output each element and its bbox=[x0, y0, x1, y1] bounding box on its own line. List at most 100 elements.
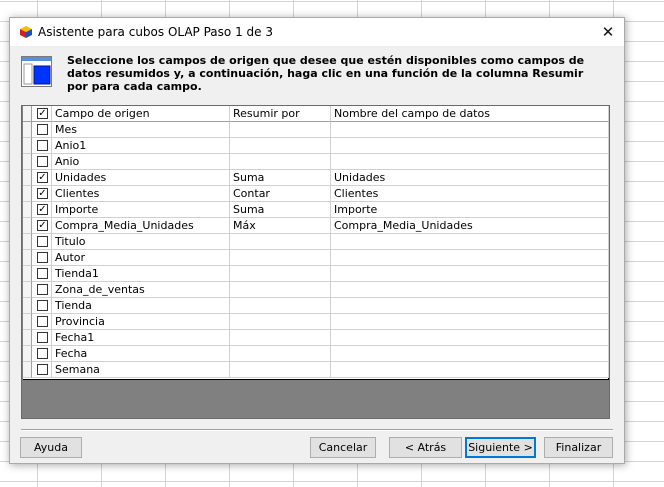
source-field-cell: Provincia bbox=[52, 314, 230, 330]
include-cell[interactable] bbox=[32, 122, 52, 138]
table-row[interactable]: Anio bbox=[23, 154, 609, 170]
data-field-name-cell[interactable] bbox=[331, 250, 609, 266]
table-row[interactable]: ✓ Unidades Suma Unidades bbox=[23, 170, 609, 186]
next-button[interactable]: Siguiente > bbox=[465, 437, 536, 458]
source-field-cell: Semana bbox=[52, 362, 230, 378]
row-selector bbox=[23, 314, 32, 330]
summarize-by-cell[interactable] bbox=[230, 362, 331, 378]
data-field-name-cell[interactable] bbox=[331, 346, 609, 362]
include-checkbox[interactable] bbox=[37, 268, 48, 279]
summarize-by-cell[interactable] bbox=[230, 266, 331, 282]
table-row[interactable]: Autor bbox=[23, 250, 609, 266]
include-checkbox[interactable]: ✓ bbox=[37, 204, 48, 215]
data-field-name-cell[interactable]: Unidades bbox=[331, 170, 609, 186]
cancel-button[interactable]: Cancelar bbox=[310, 437, 376, 458]
include-cell[interactable]: ✓ bbox=[32, 170, 52, 186]
table-row[interactable]: ✓ Importe Suma Importe bbox=[23, 202, 609, 218]
include-checkbox[interactable] bbox=[37, 124, 48, 135]
select-all-cell[interactable]: ✓ bbox=[32, 106, 52, 122]
summarize-by-cell[interactable] bbox=[230, 138, 331, 154]
table-row[interactable]: Provincia bbox=[23, 314, 609, 330]
row-selector bbox=[23, 154, 32, 170]
include-cell[interactable] bbox=[32, 298, 52, 314]
fields-grid-table: ✓ Campo de origen Resumir por Nombre del… bbox=[23, 106, 609, 380]
table-row[interactable]: Titulo bbox=[23, 234, 609, 250]
data-field-name-cell[interactable] bbox=[331, 138, 609, 154]
include-checkbox[interactable] bbox=[37, 156, 48, 167]
data-field-name-cell[interactable] bbox=[331, 314, 609, 330]
summarize-by-cell[interactable]: Suma bbox=[230, 170, 331, 186]
include-cell[interactable] bbox=[32, 330, 52, 346]
data-field-name-cell[interactable] bbox=[331, 362, 609, 378]
summarize-by-cell[interactable] bbox=[230, 122, 331, 138]
include-cell[interactable] bbox=[32, 362, 52, 378]
table-row[interactable]: Fecha bbox=[23, 346, 609, 362]
back-button[interactable]: < Atrás bbox=[389, 437, 462, 458]
include-cell[interactable] bbox=[32, 282, 52, 298]
summarize-by-cell[interactable] bbox=[230, 330, 331, 346]
include-cell[interactable]: ✓ bbox=[32, 218, 52, 234]
include-cell[interactable]: ✓ bbox=[32, 202, 52, 218]
data-field-name-cell[interactable] bbox=[331, 122, 609, 138]
close-button[interactable]: ✕ bbox=[592, 18, 624, 46]
summarize-by-cell[interactable] bbox=[230, 282, 331, 298]
include-checkbox[interactable]: ✓ bbox=[37, 172, 48, 183]
include-cell[interactable] bbox=[32, 154, 52, 170]
olap-cube-icon bbox=[20, 26, 32, 38]
close-icon: ✕ bbox=[601, 23, 615, 41]
data-field-name-cell[interactable]: Clientes bbox=[331, 186, 609, 202]
row-selector bbox=[23, 138, 32, 154]
data-field-name-cell[interactable] bbox=[331, 234, 609, 250]
table-row[interactable]: Semana bbox=[23, 362, 609, 378]
table-row[interactable]: Anio1 bbox=[23, 138, 609, 154]
include-cell[interactable] bbox=[32, 138, 52, 154]
source-field-cell: Fecha bbox=[52, 346, 230, 362]
row-selector bbox=[23, 122, 32, 138]
table-row[interactable]: ✓ Compra_Media_Unidades Máx Compra_Media_Un… bbox=[23, 218, 609, 234]
include-checkbox[interactable] bbox=[37, 236, 48, 247]
data-field-name-cell[interactable] bbox=[331, 266, 609, 282]
include-checkbox[interactable] bbox=[37, 348, 48, 359]
data-field-name-cell[interactable]: Importe bbox=[331, 202, 609, 218]
data-field-name-cell[interactable] bbox=[331, 282, 609, 298]
summarize-by-cell[interactable] bbox=[230, 154, 331, 170]
include-checkbox[interactable] bbox=[37, 252, 48, 263]
include-cell[interactable] bbox=[32, 266, 52, 282]
include-cell[interactable]: ✓ bbox=[32, 186, 52, 202]
help-button[interactable]: Ayuda bbox=[20, 437, 82, 458]
data-field-name-cell[interactable] bbox=[331, 154, 609, 170]
table-row[interactable]: Tienda1 bbox=[23, 266, 609, 282]
summarize-by-cell[interactable] bbox=[230, 346, 331, 362]
table-row[interactable]: Zona_de_ventas bbox=[23, 282, 609, 298]
include-cell[interactable] bbox=[32, 314, 52, 330]
summarize-by-cell[interactable]: Suma bbox=[230, 202, 331, 218]
select-all-checkbox[interactable]: ✓ bbox=[37, 108, 48, 119]
include-cell[interactable] bbox=[32, 234, 52, 250]
include-checkbox[interactable]: ✓ bbox=[37, 220, 48, 231]
include-checkbox[interactable] bbox=[37, 316, 48, 327]
include-checkbox[interactable] bbox=[37, 140, 48, 151]
summarize-by-cell[interactable] bbox=[230, 234, 331, 250]
include-checkbox[interactable] bbox=[37, 284, 48, 295]
include-checkbox[interactable] bbox=[37, 364, 48, 375]
include-checkbox[interactable] bbox=[37, 300, 48, 311]
table-row[interactable]: ✓ Clientes Contar Clientes bbox=[23, 186, 609, 202]
data-field-name-cell[interactable] bbox=[331, 298, 609, 314]
table-row[interactable]: Fecha1 bbox=[23, 330, 609, 346]
finish-button[interactable]: Finalizar bbox=[544, 437, 613, 458]
table-row[interactable]: Mes bbox=[23, 122, 609, 138]
summarize-by-cell[interactable] bbox=[230, 298, 331, 314]
instructions-text: Seleccione los campos de origen que dese… bbox=[67, 54, 585, 93]
summarize-by-cell[interactable] bbox=[230, 314, 331, 330]
include-checkbox[interactable] bbox=[37, 332, 48, 343]
include-cell[interactable] bbox=[32, 346, 52, 362]
table-row[interactable]: Tienda bbox=[23, 298, 609, 314]
summarize-by-cell[interactable]: Máx bbox=[230, 218, 331, 234]
source-field-cell: Zona_de_ventas bbox=[52, 282, 230, 298]
summarize-by-cell[interactable] bbox=[230, 250, 331, 266]
include-cell[interactable] bbox=[32, 250, 52, 266]
summarize-by-cell[interactable]: Contar bbox=[230, 186, 331, 202]
data-field-name-cell[interactable]: Compra_Media_Unidades bbox=[331, 218, 609, 234]
include-checkbox[interactable]: ✓ bbox=[37, 188, 48, 199]
data-field-name-cell[interactable] bbox=[331, 330, 609, 346]
